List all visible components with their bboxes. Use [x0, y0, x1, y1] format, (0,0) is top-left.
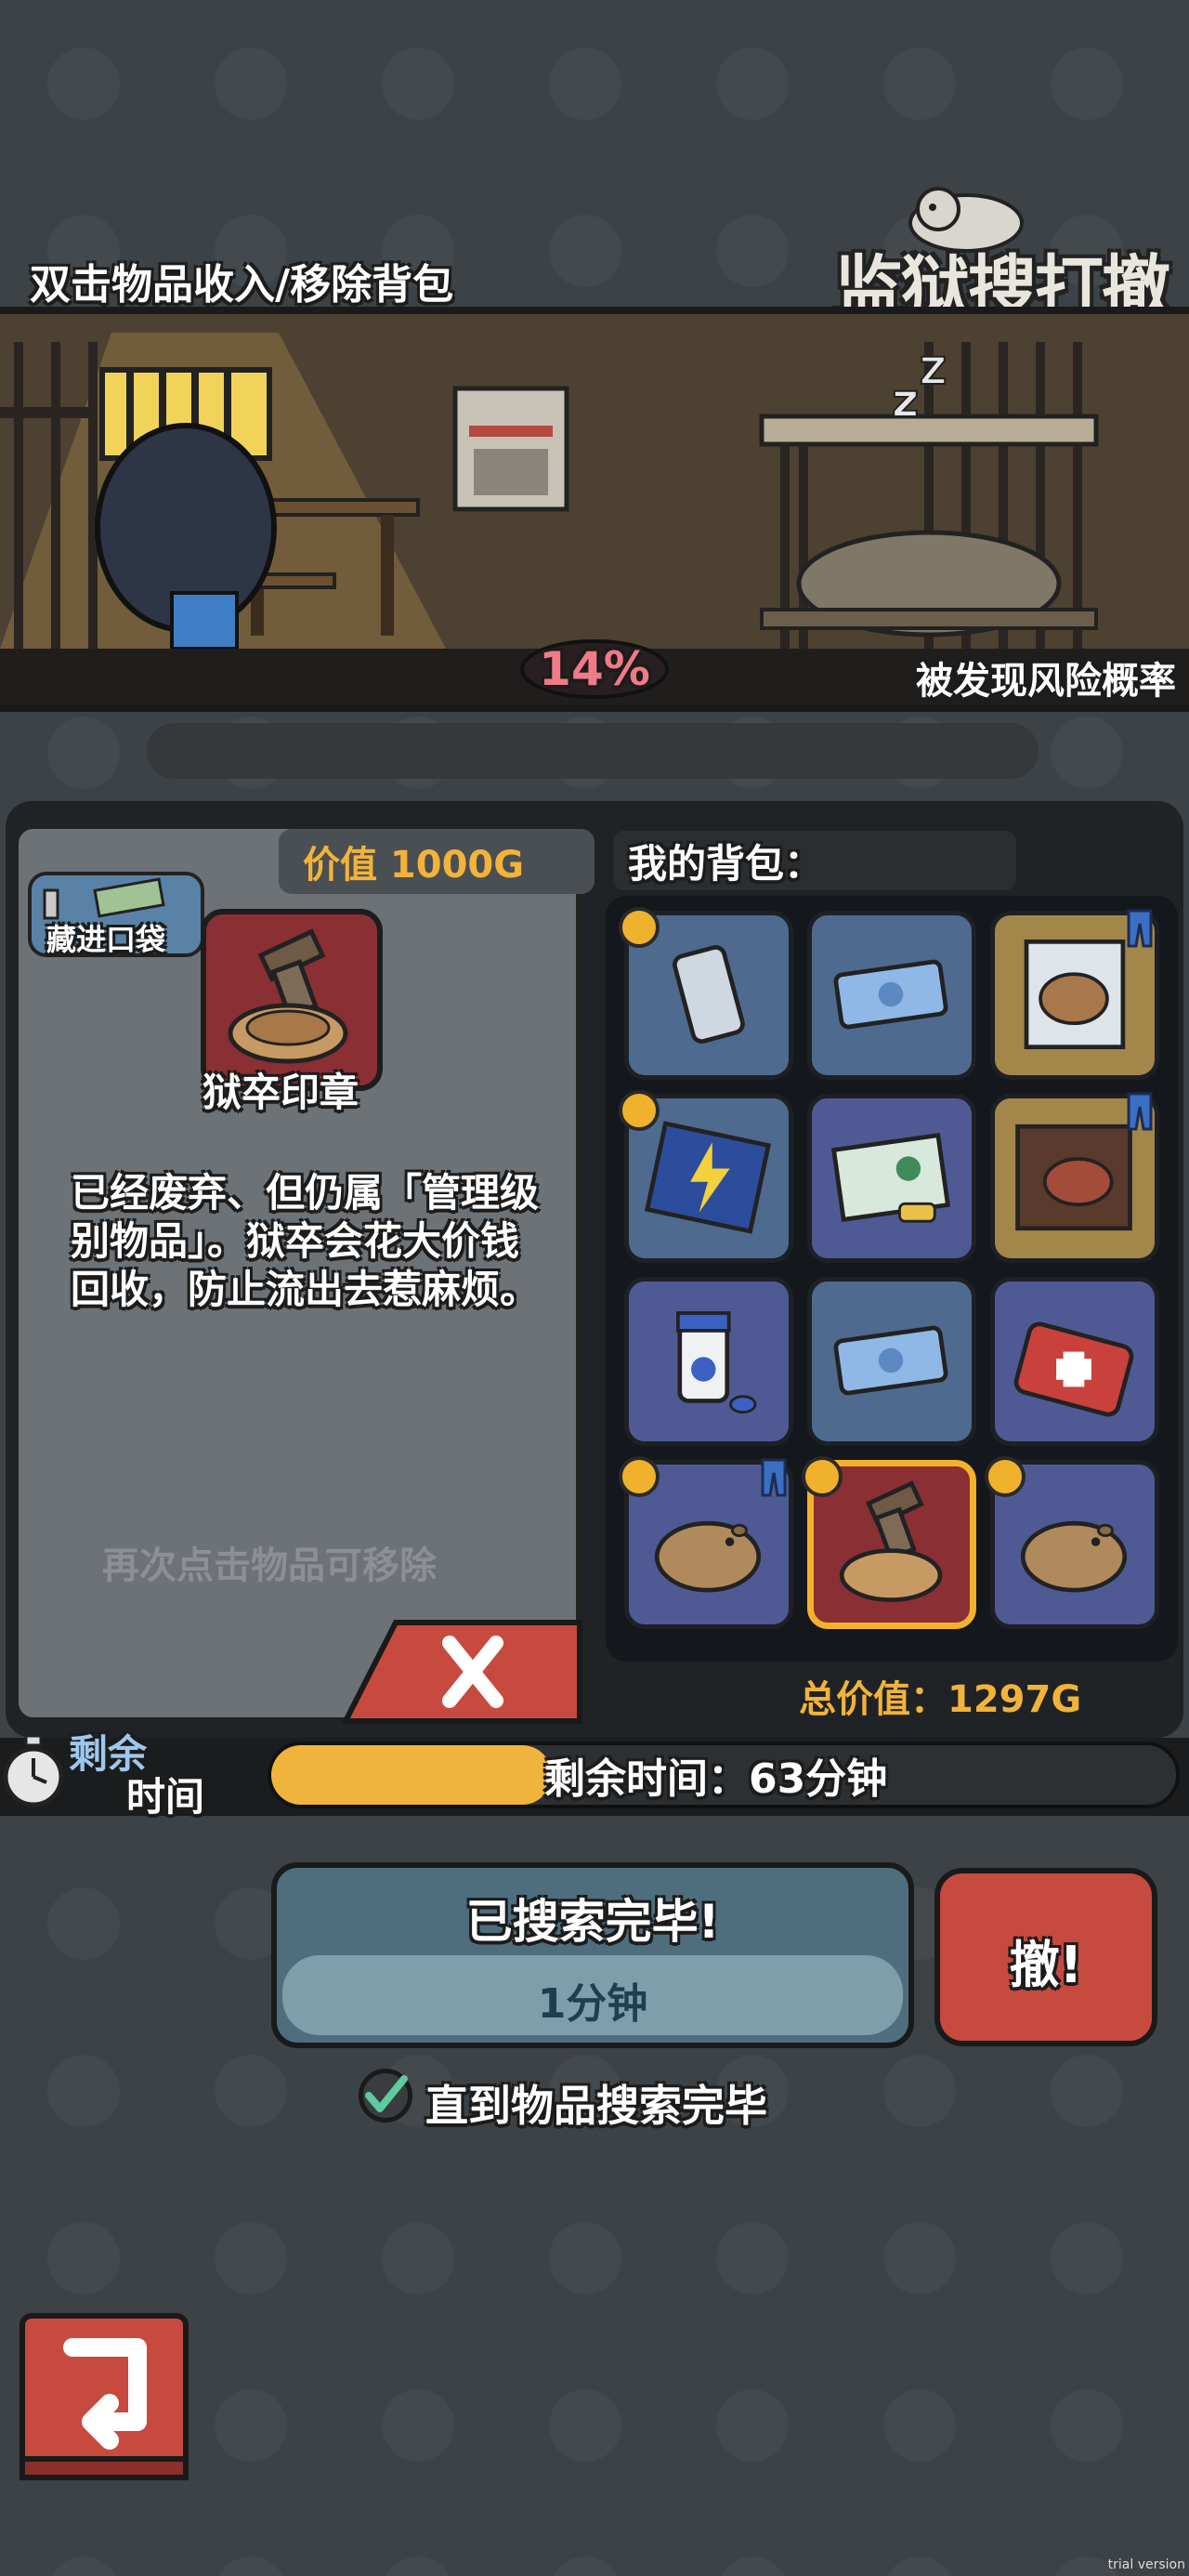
item-value: 价值 1000G [303, 844, 525, 887]
stopwatch-icon [3, 1734, 64, 1807]
backpack-slot[interactable] [807, 911, 976, 1080]
watermark: trial version [1107, 2557, 1185, 2572]
item-description: 已经废弃、但仍属「管理级别物品」。狱卒会花大价钱回收，防止流出去惹麻烦。 [71, 1170, 540, 1312]
remaining-label-bottom: 时间 [126, 1774, 205, 1820]
guard-seal-icon [228, 928, 348, 1064]
close-button[interactable] [340, 1617, 585, 1727]
gold-coin-icon [619, 907, 660, 948]
book-pills-icon [830, 1133, 951, 1223]
risk-percent-badge: 14% [520, 637, 669, 702]
pocket-pants-icon [1127, 909, 1153, 948]
risk-percent-text: 14% [539, 642, 650, 696]
close-icon [341, 1620, 582, 1724]
hide-in-pocket-label: 藏进口袋 [46, 922, 166, 957]
backpack-slot[interactable] [990, 1277, 1159, 1446]
time-progress-fill [271, 1745, 552, 1805]
pocket-pants-icon [1127, 1092, 1153, 1131]
item-name: 狱卒印章 [203, 1070, 359, 1115]
flee-label: 撤! [1009, 1936, 1083, 1994]
backpack-slot[interactable] [624, 1277, 793, 1446]
checkmark-icon [365, 2075, 408, 2112]
remove-hint: 再次点击物品可移除 [102, 1544, 437, 1587]
gold-coin-icon [985, 1456, 1026, 1497]
instruction-hint: 双击物品收入/移除背包 [30, 261, 454, 309]
remaining-label-top: 剩余 [69, 1731, 148, 1777]
search-until-done-checkbox[interactable] [359, 2069, 412, 2123]
search-duration: 1分钟 [537, 1980, 648, 2028]
time-remaining-text: 剩余时间：63分钟 [544, 1755, 888, 1803]
first-aid-kit-icon [1013, 1321, 1134, 1417]
svg-text:z: z [892, 374, 919, 427]
backpack-slot[interactable] [807, 1277, 976, 1446]
backpack-title: 我的背包： [628, 841, 824, 887]
gold-coin-icon [802, 1456, 843, 1497]
cash-bundle-icon [833, 1325, 948, 1396]
risk-label: 被发现风险概率 [916, 660, 1176, 703]
search-until-done-label: 直到物品搜索完毕 [425, 2081, 767, 2131]
risk-progress-track [147, 723, 1039, 779]
return-arrow-icon [20, 2313, 189, 2480]
medicine-bottle-icon [676, 1311, 757, 1414]
pocket-pants-icon [761, 1458, 787, 1497]
total-value: 总价值：1297G [799, 1678, 1082, 1721]
cash-bundle-icon [833, 959, 948, 1030]
svg-text:Z: Z [920, 350, 947, 393]
gold-coin-icon [619, 1090, 660, 1131]
gold-coin-icon [619, 1456, 660, 1497]
search-status-title: 已搜索完毕! [465, 1895, 720, 1949]
back-button[interactable] [17, 2310, 191, 2485]
backpack-slot[interactable] [807, 1094, 976, 1263]
